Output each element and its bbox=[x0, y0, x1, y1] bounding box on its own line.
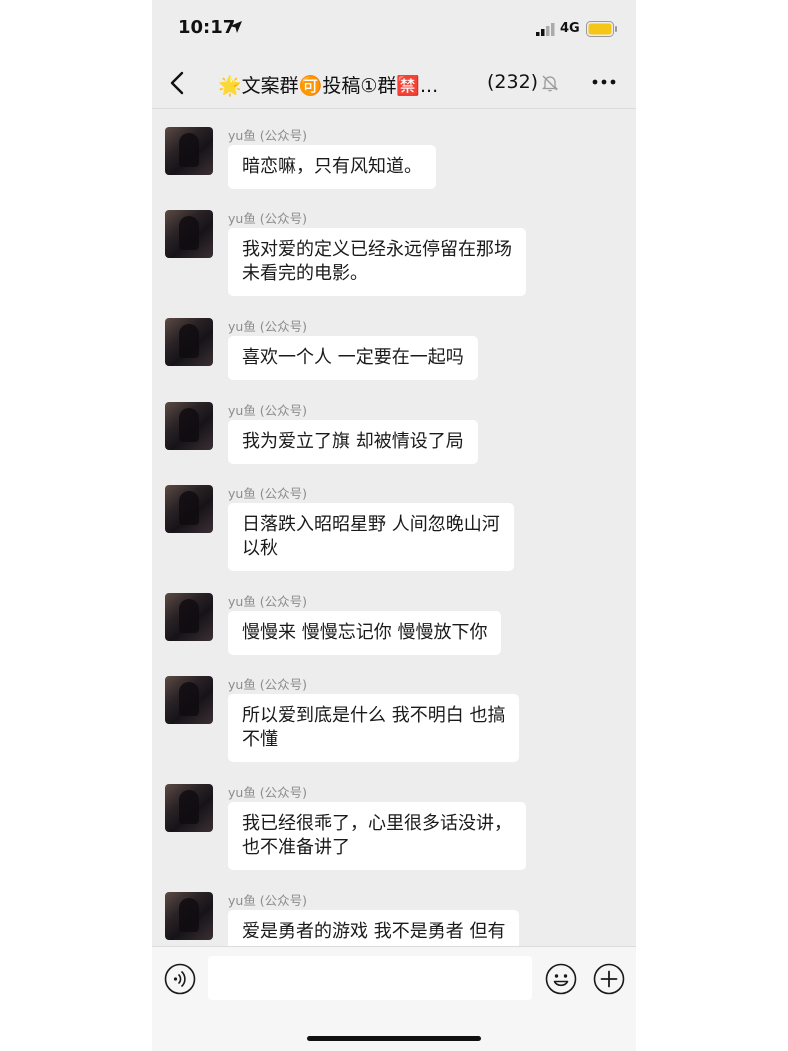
message-text-line: 日落跌入昭昭星野 人间忽晚山河 bbox=[242, 514, 500, 535]
voice-input-icon[interactable] bbox=[164, 963, 196, 995]
chat-header: 🌟文案群🉑投稿①群🈲... (232) bbox=[152, 58, 636, 109]
sender-name: yu鱼 (公众号) bbox=[228, 128, 308, 143]
sender-avatar[interactable] bbox=[165, 402, 213, 450]
sender-name: yu鱼 (公众号) bbox=[228, 403, 308, 418]
message-bubble[interactable]: 暗恋嘛，只有风知道。 bbox=[228, 145, 436, 189]
message-text-line: 爱是勇者的游戏 我不是勇者 但有 bbox=[242, 921, 506, 942]
message-input[interactable] bbox=[208, 956, 532, 1000]
sender-name: yu鱼 (公众号) bbox=[228, 594, 308, 609]
sender-name: yu鱼 (公众号) bbox=[228, 785, 308, 800]
message-text-line: 以秋 bbox=[242, 538, 278, 559]
signal-strength-icon bbox=[536, 23, 555, 36]
mute-bell-icon bbox=[541, 75, 559, 92]
sender-avatar[interactable] bbox=[165, 676, 213, 724]
battery-icon bbox=[586, 21, 617, 37]
sender-name: yu鱼 (公众号) bbox=[228, 677, 308, 692]
sender-avatar[interactable] bbox=[165, 210, 213, 258]
message-text-line: 喜欢一个人 一定要在一起吗 bbox=[242, 347, 464, 368]
message-text-line: 我已经很乖了，心里很多话没讲， bbox=[242, 813, 512, 834]
location-arrow-icon bbox=[230, 21, 242, 33]
message-text-line: 我为爱立了旗 却被情设了局 bbox=[242, 431, 464, 452]
network-type: 4G bbox=[560, 21, 580, 36]
message-text-line: 不懂 bbox=[242, 729, 278, 750]
status-bar: 10:17 4G bbox=[152, 0, 636, 58]
message-bubble[interactable]: 慢慢来 慢慢忘记你 慢慢放下你 bbox=[228, 611, 502, 655]
message-bubble[interactable]: 我对爱的定义已经永远停留在那场 未看完的电影。 bbox=[228, 228, 526, 296]
add-plus-icon[interactable] bbox=[593, 963, 625, 995]
message-text-line: 暗恋嘛，只有风知道。 bbox=[242, 156, 422, 177]
sender-avatar[interactable] bbox=[165, 485, 213, 533]
message-text-line: 所以爱到底是什么 我不明白 也搞 bbox=[242, 705, 506, 726]
message-bubble[interactable]: 喜欢一个人 一定要在一起吗 bbox=[228, 336, 478, 380]
home-indicator bbox=[307, 1036, 481, 1041]
more-options-icon[interactable] bbox=[592, 79, 616, 85]
sender-avatar[interactable] bbox=[165, 892, 213, 940]
phone-screen: 10:17 4G 🌟文案群🉑投稿①群🈲... (232) yu鱼 (公众号) 暗… bbox=[152, 0, 636, 1051]
message-bubble[interactable]: 我已经很乖了，心里很多话没讲， 也不准备讲了 bbox=[228, 802, 526, 870]
sender-name: yu鱼 (公众号) bbox=[228, 211, 308, 226]
message-bubble[interactable]: 爱是勇者的游戏 我不是勇者 但有 bbox=[228, 910, 520, 946]
message-bubble[interactable]: 日落跌入昭昭星野 人间忽晚山河 以秋 bbox=[228, 503, 514, 571]
sender-name: yu鱼 (公众号) bbox=[228, 486, 308, 501]
sender-avatar[interactable] bbox=[165, 593, 213, 641]
sender-name: yu鱼 (公众号) bbox=[228, 319, 308, 334]
member-count: (232) bbox=[487, 71, 539, 93]
back-chevron-icon[interactable] bbox=[168, 71, 188, 95]
chat-input-bar bbox=[152, 946, 636, 1051]
message-bubble[interactable]: 我为爱立了旗 却被情设了局 bbox=[228, 420, 478, 464]
sender-avatar[interactable] bbox=[165, 318, 213, 366]
emoji-icon[interactable] bbox=[545, 963, 577, 995]
sender-name: yu鱼 (公众号) bbox=[228, 893, 308, 908]
message-text-line: 我对爱的定义已经永远停留在那场 bbox=[242, 239, 512, 260]
message-list[interactable]: yu鱼 (公众号) 暗恋嘛，只有风知道。 yu鱼 (公众号) 我对爱的定义已经永… bbox=[152, 108, 636, 946]
message-text-line: 也不准备讲了 bbox=[242, 837, 350, 858]
message-text-line: 慢慢来 慢慢忘记你 慢慢放下你 bbox=[242, 622, 488, 643]
chat-title: 🌟文案群🉑投稿①群🈲... bbox=[218, 75, 439, 97]
sender-avatar[interactable] bbox=[165, 784, 213, 832]
message-text-line: 未看完的电影。 bbox=[242, 263, 368, 284]
sender-avatar[interactable] bbox=[165, 127, 213, 175]
message-bubble[interactable]: 所以爱到底是什么 我不明白 也搞 不懂 bbox=[228, 694, 520, 762]
status-time: 10:17 bbox=[178, 17, 236, 38]
